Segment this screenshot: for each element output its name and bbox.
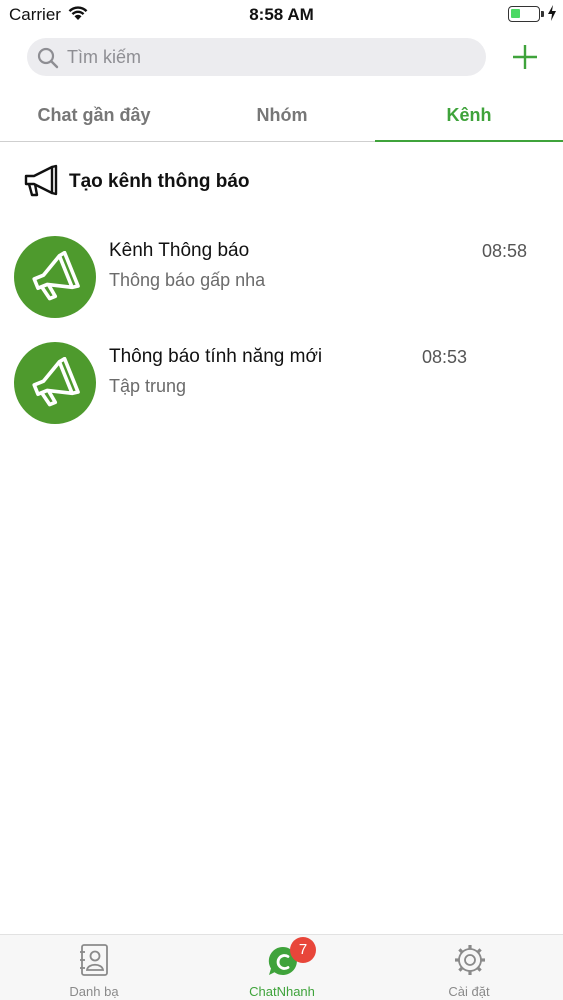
status-time: 8:58 AM bbox=[249, 5, 314, 24]
nav-settings[interactable]: Cài đặt bbox=[375, 935, 563, 1000]
nav-contacts[interactable]: Danh bạ bbox=[0, 935, 188, 1000]
battery-level bbox=[511, 9, 520, 18]
nav-chatnhanh-label: ChatNhanh bbox=[249, 984, 315, 999]
create-channel-button[interactable]: Tạo kênh thông báo bbox=[0, 162, 563, 202]
battery-cap bbox=[541, 11, 544, 17]
tab-bar-top: Chat gần đây Nhóm Kênh bbox=[0, 96, 563, 142]
channel-name: Thông báo tính năng mới bbox=[109, 346, 323, 367]
megaphone-icon bbox=[32, 251, 80, 301]
tab-channels[interactable]: Kênh bbox=[375, 96, 563, 142]
megaphone-icon bbox=[32, 357, 80, 407]
channel-avatar bbox=[14, 236, 96, 318]
active-tab-indicator bbox=[375, 140, 563, 142]
add-button[interactable] bbox=[507, 38, 543, 76]
status-bar: Carrier 8:58 AM bbox=[0, 0, 563, 30]
tab-recent-chats[interactable]: Chat gần đây bbox=[0, 96, 188, 142]
channel-preview: Thông báo gấp nha bbox=[109, 270, 266, 290]
search-icon bbox=[37, 47, 59, 74]
nav-settings-label: Cài đặt bbox=[448, 984, 490, 999]
battery-icon bbox=[508, 6, 540, 22]
create-channel-label: Tạo kênh thông báo bbox=[69, 171, 250, 192]
channel-time: 08:58 bbox=[482, 241, 528, 261]
bottom-nav: Danh bạ 7 ChatNhanh Cài đặt bbox=[0, 934, 563, 1000]
channel-avatar bbox=[14, 342, 96, 424]
search-placeholder: Tìm kiếm bbox=[67, 47, 141, 67]
notification-badge: 7 bbox=[290, 937, 316, 963]
channel-name: Kênh Thông báo bbox=[109, 240, 250, 261]
channel-list-item[interactable]: Thông báo tính năng mới Tập trung 08:53 bbox=[0, 342, 563, 442]
channel-list-item[interactable]: Kênh Thông báo Thông báo gấp nha 08:58 bbox=[0, 236, 563, 336]
nav-chatnhanh[interactable]: 7 ChatNhanh bbox=[188, 935, 376, 1000]
plus-icon bbox=[513, 45, 537, 69]
tab-groups[interactable]: Nhóm bbox=[188, 96, 376, 142]
channel-preview: Tập trung bbox=[109, 376, 187, 396]
settings-icon bbox=[453, 943, 485, 977]
charging-icon bbox=[547, 5, 557, 26]
nav-contacts-label: Danh bạ bbox=[69, 984, 119, 999]
contacts-icon bbox=[78, 943, 110, 977]
search-input[interactable]: Tìm kiếm bbox=[27, 38, 486, 76]
megaphone-icon bbox=[22, 164, 62, 205]
channel-time: 08:53 bbox=[422, 347, 468, 367]
